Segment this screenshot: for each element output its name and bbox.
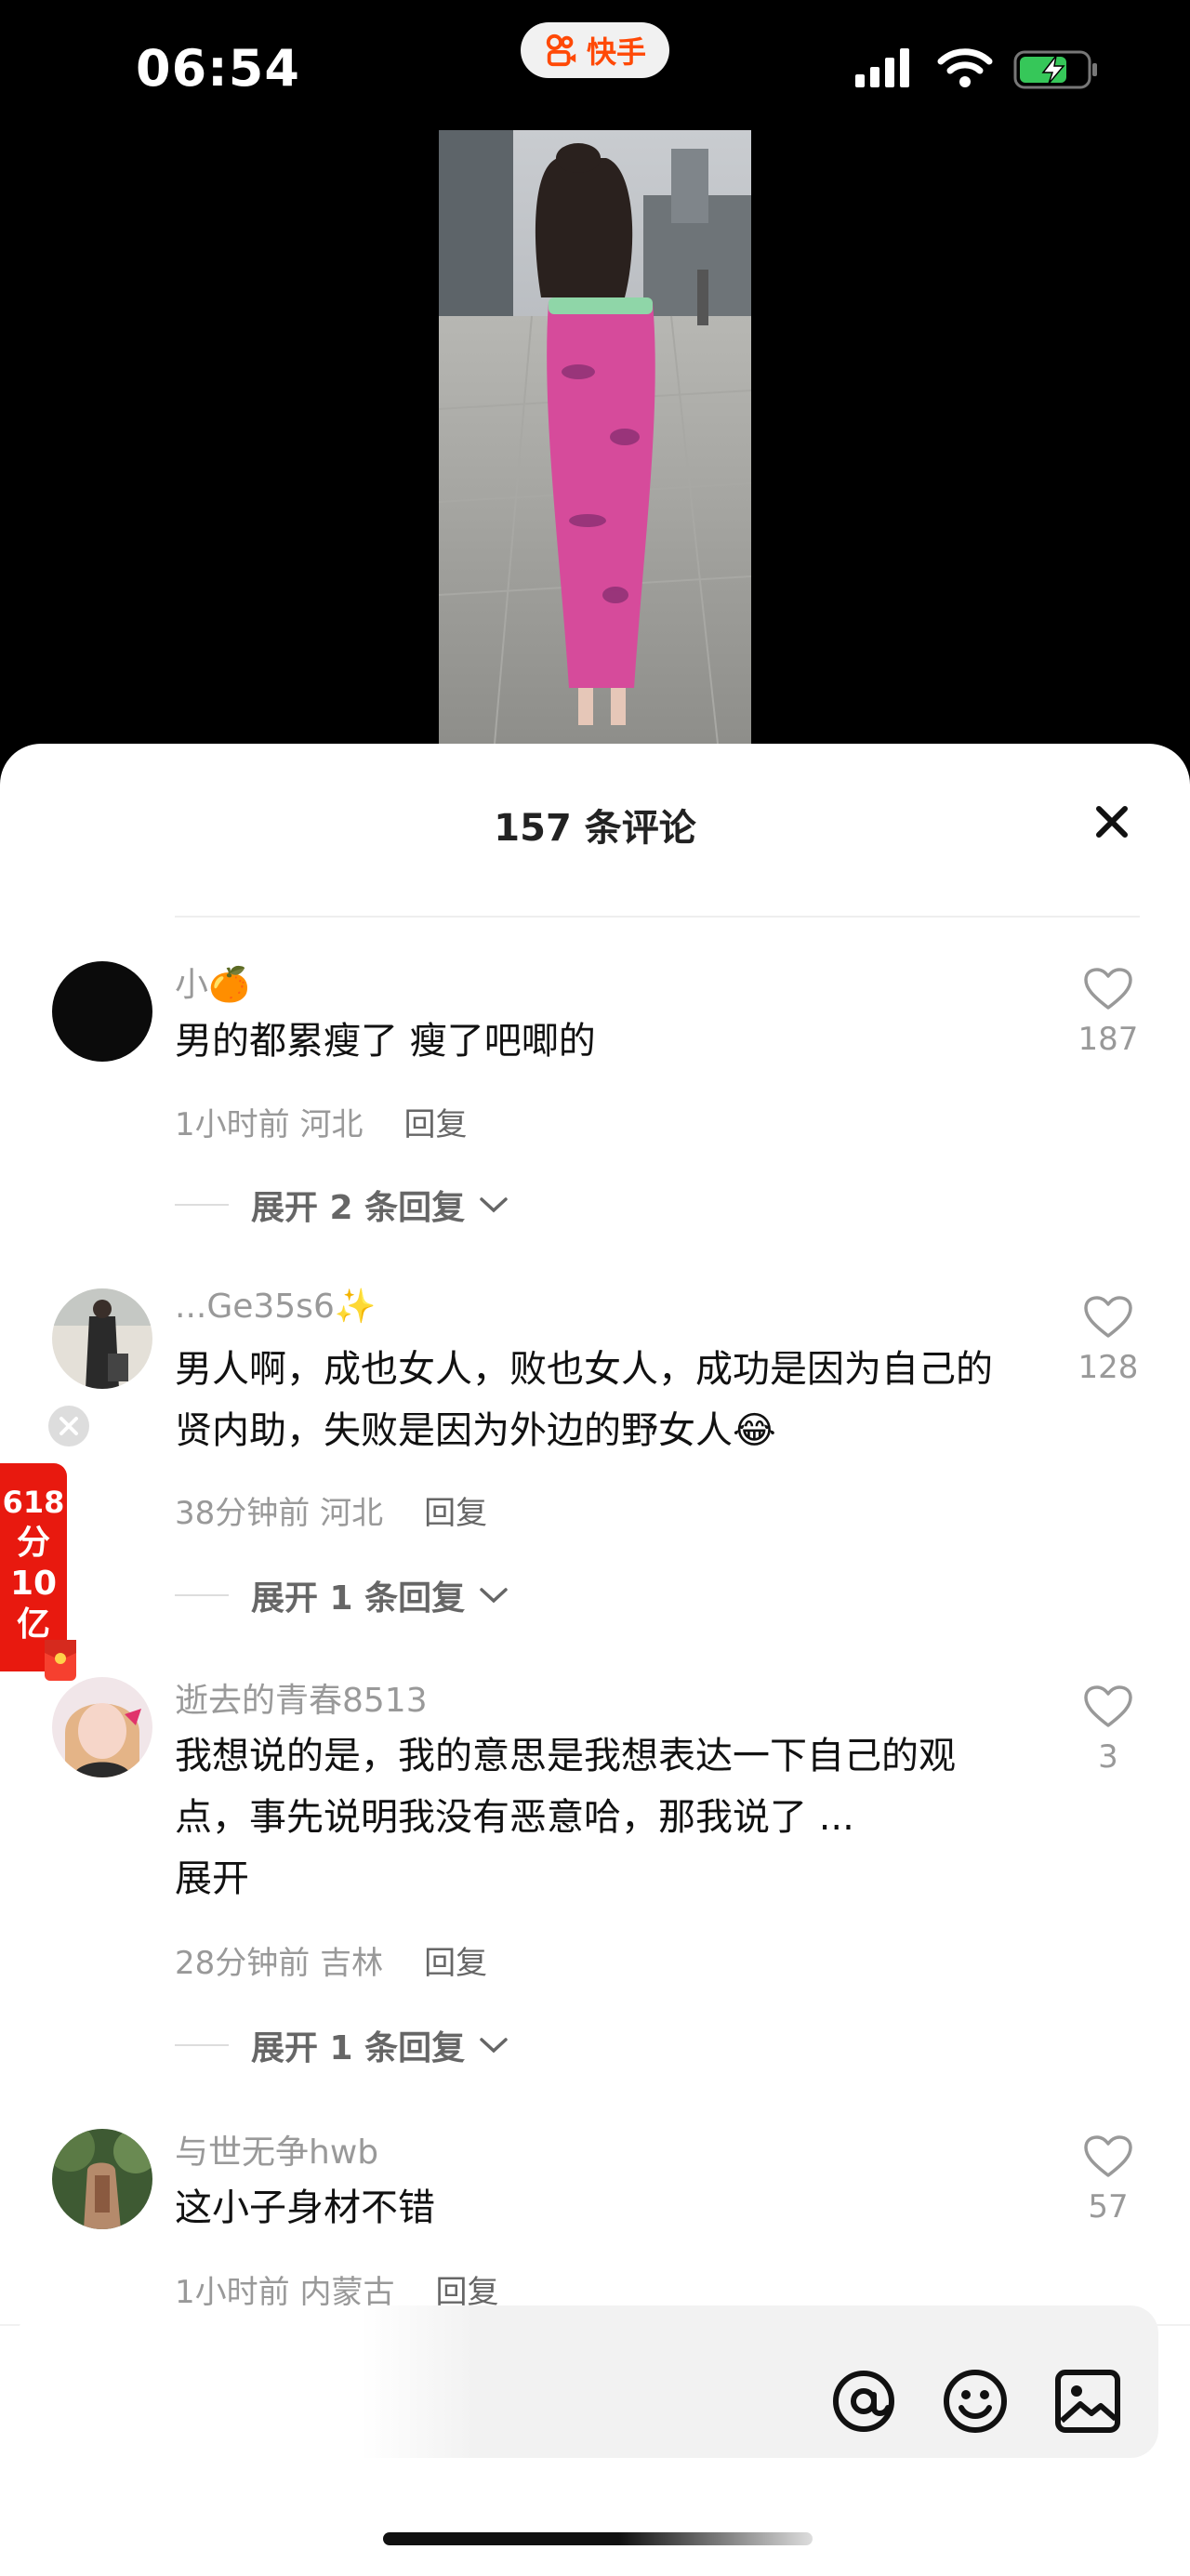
close-icon[interactable] [1090,799,1134,844]
promo-line: 分 [16,1524,50,1562]
expand-label: 展开 1 条回复 [251,1579,466,1618]
red-packet-icon[interactable] [45,1640,76,1681]
at-icon[interactable] [829,2367,898,2436]
video-player[interactable] [439,130,751,744]
promo-close-button[interactable] [48,1406,89,1447]
status-time: 06:54 [136,39,300,98]
expand-replies[interactable]: 展开 1 条回复 [175,2021,509,2069]
promo-line: 10 [9,1565,58,1603]
expand-label: 展开 1 条回复 [251,2029,466,2067]
reply-button[interactable]: 回复 [424,1945,487,1982]
expand-line [175,1594,229,1596]
battery-icon [1013,50,1097,89]
home-indicator [383,2532,813,2545]
heart-icon [1084,1685,1132,1727]
comment-username[interactable]: ...Ge35s6✨ [175,1287,377,1326]
heart-icon [1084,968,1132,1010]
comment-time-location: 38分钟前 河北 [175,1495,384,1532]
like-count: 3 [1098,1738,1118,1776]
avatar[interactable] [52,2129,152,2229]
comment-text[interactable]: 这小子身材不错 [175,2177,1030,2239]
chevron-down-icon [480,1197,508,1213]
like-button[interactable]: 57 [1062,2134,1155,2226]
kuaishou-logo-icon [546,33,576,67]
close-icon [60,1417,78,1435]
comment-text[interactable]: 男人啊，成也女人，败也女人，成功是因为自己的贤内助，失败是因为外边的野女人😂 [175,1339,1021,1461]
chevron-down-icon [480,1588,508,1604]
comment-time-location: 1小时前 河北 [175,1106,364,1143]
app-name: 快手 [586,34,646,70]
comment-username[interactable]: 小🍊 [175,958,250,1006]
avatar-photo [52,2129,152,2229]
expand-label: 展开 2 条回复 [251,1189,466,1227]
red-envelope-icon [45,1640,76,1664]
heart-icon [1084,2135,1132,2177]
like-count: 187 [1078,1021,1139,1058]
like-button[interactable]: 187 [1062,967,1155,1058]
comment-username[interactable]: 逝去的青春8513 [175,1673,428,1722]
like-count: 128 [1078,1349,1139,1386]
comment-meta: 38分钟前 河北 回复 [175,1487,487,1533]
avatar[interactable] [52,961,152,1062]
expand-text-link[interactable]: 展开 [175,1848,1030,1909]
like-button[interactable]: 3 [1062,1684,1155,1776]
sheet-title: 157 条评论 [494,807,696,850]
expand-replies[interactable]: 展开 2 条回复 [175,1181,509,1229]
comment-username[interactable]: 与世无争hwb [175,2125,378,2173]
signal-icon [855,48,909,87]
smile-icon[interactable] [941,2367,1010,2436]
avatar-photo [52,1288,152,1389]
chevron-down-icon [480,2038,508,2054]
avatar[interactable] [52,1677,152,1777]
reply-button[interactable]: 回复 [403,1106,467,1143]
expand-line [175,1204,229,1206]
video-frame [439,130,751,744]
heart-icon [1084,1296,1132,1338]
wifi-icon [937,48,993,87]
avatar[interactable] [52,1288,152,1389]
comment-meta: 28分钟前 吉林 回复 [175,1937,487,1983]
comment-text[interactable]: 男的都累瘦了 瘦了吧唧的 [175,1011,1030,1072]
divider [175,916,1140,918]
app-badge[interactable]: 快手 [521,22,669,78]
promo-line: 618 [2,1485,65,1520]
reply-button[interactable]: 回复 [424,1495,487,1532]
image-icon[interactable] [1054,2369,1121,2434]
like-button[interactable]: 128 [1062,1295,1155,1386]
comment-text[interactable]: 我想说的是，我的意思是我想表达一下自己的观点，事先说明我没有恶意哈，那我说了 .… [175,1725,1021,1848]
expand-replies[interactable]: 展开 1 条回复 [175,1571,509,1619]
avatar-photo [52,1677,152,1777]
comment-time-location: 28分钟前 吉林 [175,1945,384,1982]
comment-meta: 1小时前 河北 回复 [175,1099,467,1144]
like-count: 57 [1088,2188,1129,2226]
expand-line [175,2044,229,2046]
